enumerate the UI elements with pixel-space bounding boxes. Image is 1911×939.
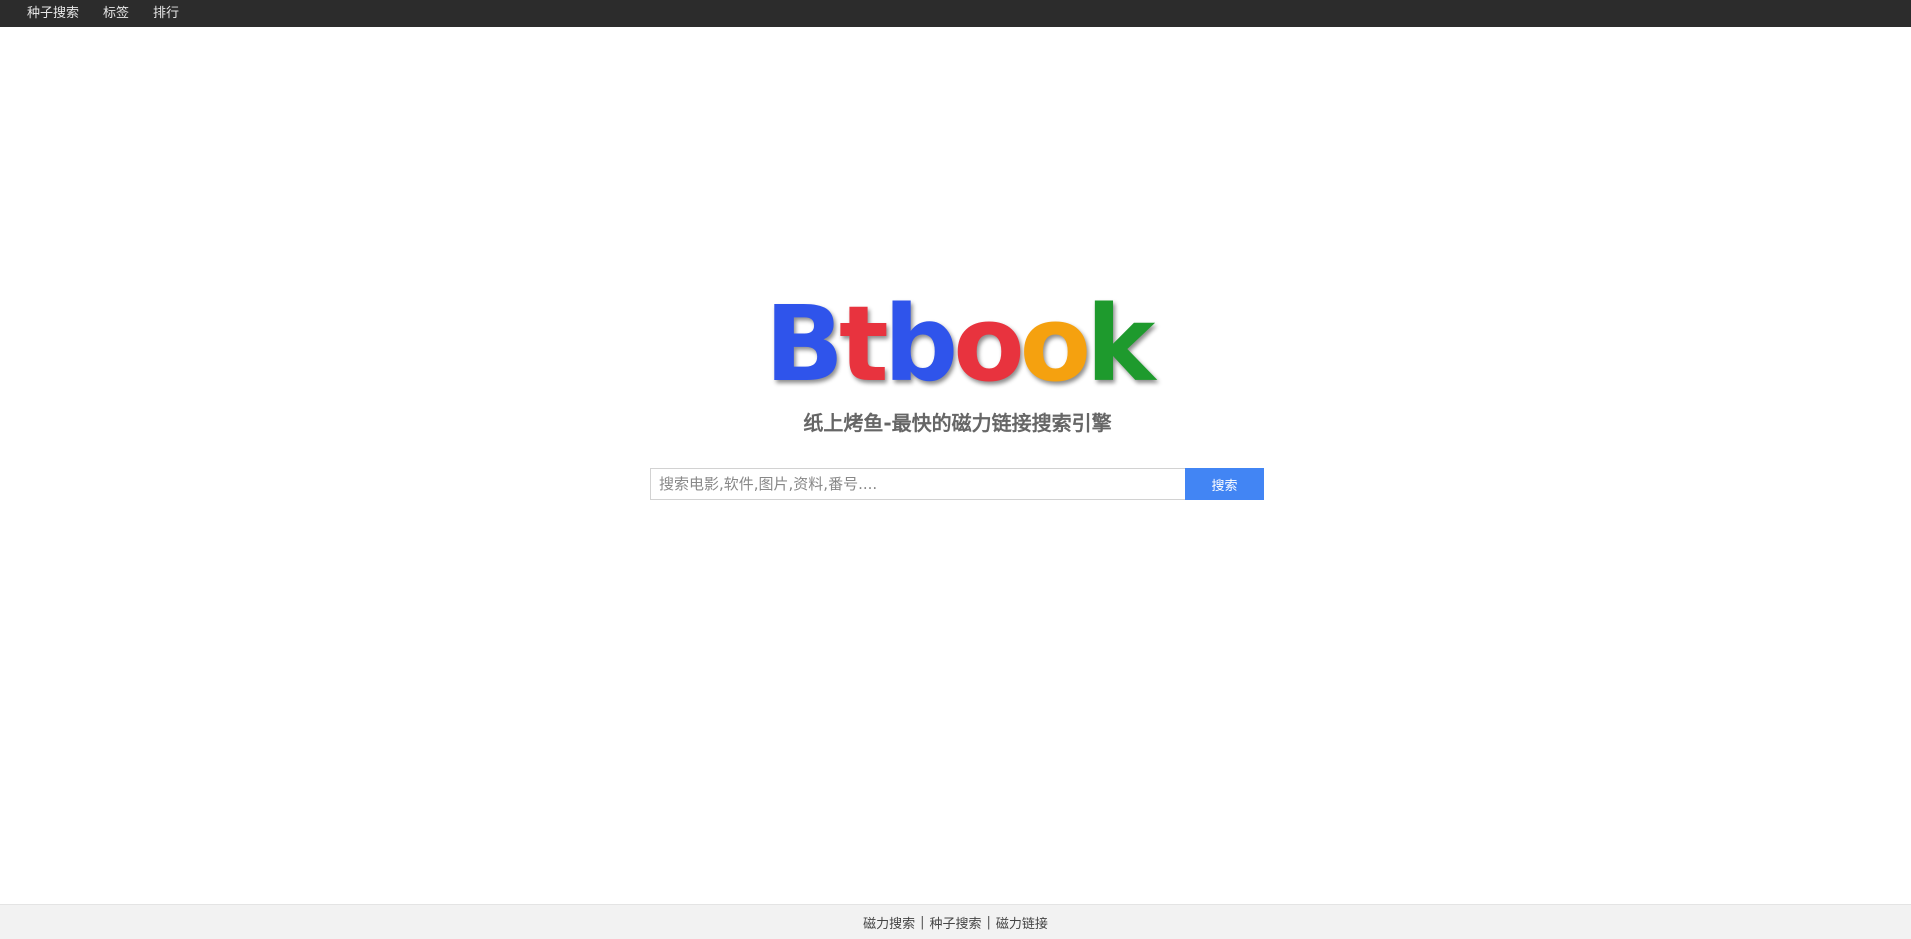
logo-letter-3: b [883,283,958,405]
footer-link-magnet-search[interactable]: 磁力搜索 [863,913,915,932]
top-nav-bar: 种子搜索 标签 排行 [0,0,1911,27]
footer-separator: | [920,914,925,930]
page: 种子搜索 标签 排行 B t b o o k 纸上烤鱼-最快的磁力链接搜索引擎 … [0,0,1911,939]
nav-link-tags[interactable]: 标签 [103,0,129,27]
footer-link-magnet-links[interactable]: 磁力链接 [996,913,1048,932]
search-button[interactable]: 搜索 [1185,468,1264,500]
logo-letter-1: B [764,283,844,405]
footer-link-torrent-search[interactable]: 种子搜索 [929,913,981,932]
site-logo: B t b o o k [745,283,1170,405]
nav-link-ranking[interactable]: 排行 [153,0,179,27]
site-tagline: 纸上烤鱼-最快的磁力链接搜索引擎 [803,411,1112,435]
logo-letter-2: t [839,283,889,405]
logo-letter-5: o [1019,283,1091,405]
footer: 磁力搜索 | 种子搜索 | 磁力链接 [0,904,1911,939]
logo-letter-6: k [1086,283,1155,405]
footer-separator: | [986,914,991,930]
search-input[interactable] [650,468,1185,500]
logo-letter-4: o [953,283,1024,405]
search-form: 搜索 [650,468,1264,500]
nav-link-torrent-search[interactable]: 种子搜索 [27,0,79,27]
